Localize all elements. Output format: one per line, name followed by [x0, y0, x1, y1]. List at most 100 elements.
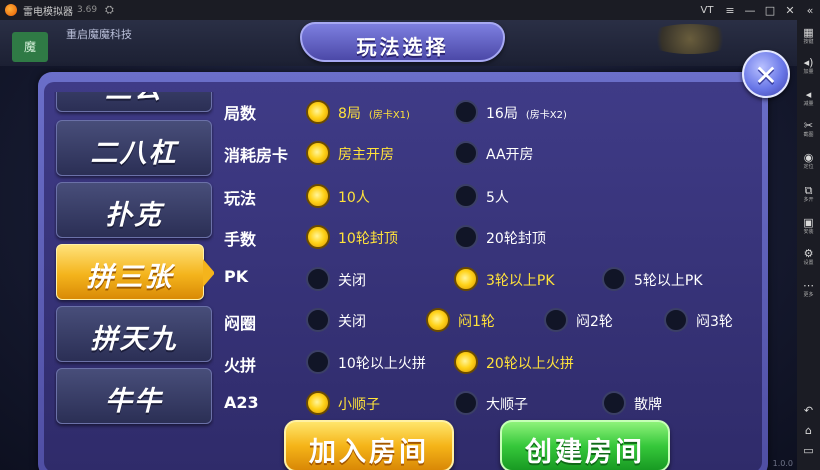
- radio-showdown-20[interactable]: [454, 350, 478, 374]
- radio-pk-3[interactable]: [454, 267, 478, 291]
- radio-rounds-8[interactable]: [306, 100, 330, 124]
- join-room-button[interactable]: 加入房间: [284, 420, 454, 470]
- radio-a23-big-straight[interactable]: [454, 391, 478, 415]
- sidebar-label: 按键: [803, 39, 814, 45]
- radio-a23-high-card[interactable]: [602, 391, 626, 415]
- radio-players-5[interactable]: [454, 184, 478, 208]
- create-room-button[interactable]: 创建房间: [500, 420, 670, 470]
- option-pk-off[interactable]: 关闭: [338, 270, 366, 290]
- option-rounds-16[interactable]: 16局 (房卡X2): [486, 103, 567, 123]
- sidebar-volume-up[interactable]: ◂) 加量: [797, 56, 820, 76]
- menu-item-label: 牛牛: [105, 386, 163, 417]
- radio-aa-pays[interactable]: [454, 141, 478, 165]
- option-pk-3[interactable]: 3轮以上PK: [486, 270, 555, 290]
- sidebar-multi-open[interactable]: ⧉ 多开: [797, 184, 820, 204]
- sidebar-recent[interactable]: ▭: [797, 444, 820, 457]
- sidebar-home[interactable]: ⌂: [797, 424, 820, 437]
- keyboard-icon: ▦: [803, 26, 814, 39]
- lobby-text: 重启魔魔科技: [66, 28, 132, 41]
- menu-item-erbagang[interactable]: 二八杠: [56, 120, 212, 176]
- menu-item-pintianjiu[interactable]: 拼天九: [56, 306, 212, 362]
- radio-players-10[interactable]: [306, 184, 330, 208]
- sidebar-install[interactable]: ▣ 安装: [797, 216, 820, 236]
- screenshot-icon: ✂: [803, 119, 814, 132]
- menu-item-puke[interactable]: 扑克: [56, 182, 212, 238]
- maximize-button[interactable]: □: [760, 4, 780, 17]
- sidebar-more[interactable]: ⋯ 更多: [797, 279, 820, 299]
- settings-icon: ⚙: [803, 247, 814, 260]
- option-subtext: (房卡X1): [368, 110, 410, 121]
- row-label-players: 玩法: [224, 189, 257, 208]
- option-hands-10[interactable]: 10轮封顶: [338, 228, 398, 248]
- option-rounds-8[interactable]: 8局 (房卡X1): [338, 103, 410, 123]
- close-window-button[interactable]: ✕: [780, 4, 800, 17]
- radio-showdown-10[interactable]: [306, 350, 330, 374]
- minimize-button[interactable]: —: [740, 4, 760, 17]
- option-a23-small-straight[interactable]: 小顺子: [338, 394, 380, 414]
- home-icon: ⌂: [805, 424, 812, 437]
- menu-icon[interactable]: ≡: [720, 4, 740, 17]
- sidebar-back[interactable]: ↶: [797, 404, 820, 417]
- window-controls: VT ≡ — □ ✕ «: [694, 0, 820, 20]
- join-room-label: 加入房间: [309, 437, 429, 468]
- app-logo-icon: [5, 4, 17, 16]
- multi-open-icon: ⧉: [804, 184, 813, 197]
- radio-a23-small-straight[interactable]: [306, 391, 330, 415]
- option-host-pays[interactable]: 房主开房: [338, 144, 394, 164]
- radio-blind-3[interactable]: [664, 308, 688, 332]
- option-text: 16局: [486, 106, 518, 122]
- install-icon: ▣: [803, 216, 814, 229]
- radio-pk-5[interactable]: [602, 267, 626, 291]
- gamepad-icon[interactable]: ⛭: [105, 3, 114, 17]
- option-aa-pays[interactable]: AA开房: [486, 144, 534, 164]
- radio-pk-off[interactable]: [306, 267, 330, 291]
- option-blind-2[interactable]: 闷2轮: [576, 311, 613, 331]
- vt-indicator[interactable]: VT: [694, 5, 720, 16]
- menu-item-sangong[interactable]: 三公: [56, 92, 212, 112]
- option-a23-big-straight[interactable]: 大顺子: [486, 394, 528, 414]
- menu-item-niuniu[interactable]: 牛牛: [56, 368, 212, 424]
- radio-blind-1[interactable]: [426, 308, 450, 332]
- version-corner-text: 1.0.0: [772, 459, 793, 468]
- row-label-blind: 闷圈: [224, 314, 257, 333]
- option-showdown-10[interactable]: 10轮以上火拼: [338, 353, 426, 373]
- option-blind-1[interactable]: 闷1轮: [458, 311, 495, 331]
- radio-rounds-16[interactable]: [454, 100, 478, 124]
- sidebar-location[interactable]: ◉ 定位: [797, 151, 820, 171]
- sidebar-volume-down[interactable]: ◂ 减量: [797, 88, 820, 108]
- option-pk-5[interactable]: 5轮以上PK: [634, 270, 703, 290]
- option-hands-20[interactable]: 20轮封顶: [486, 228, 546, 248]
- option-showdown-20[interactable]: 20轮以上火拼: [486, 353, 574, 373]
- radio-host-pays[interactable]: [306, 141, 330, 165]
- option-a23-high-card[interactable]: 散牌: [634, 394, 662, 414]
- option-players-5[interactable]: 5人: [486, 187, 509, 207]
- radio-hands-20[interactable]: [454, 225, 478, 249]
- radio-blind-2[interactable]: [544, 308, 568, 332]
- menu-item-label: 三公: [57, 92, 211, 106]
- sidebar-keyboard[interactable]: ▦ 按键: [797, 26, 820, 46]
- emulator-sidebar: ▦ 按键 ◂) 加量 ◂ 减量 ✂ 截图 ◉ 定位 ⧉ 多开 ▣ 安装 ⚙ 设置 ⋯ 更多 ↶ ⌂…: [797, 20, 820, 470]
- menu-item-pinsanzhang[interactable]: 拼三张: [56, 244, 214, 300]
- row-label-a23: A23: [224, 393, 259, 412]
- sidebar-label: 安装: [803, 229, 814, 235]
- close-dialog-button[interactable]: ✕: [742, 50, 790, 98]
- radio-hands-10[interactable]: [306, 225, 330, 249]
- menu-item-label: 拼天九: [90, 324, 178, 355]
- recent-icon: ▭: [803, 444, 814, 457]
- app-version: 3.69: [77, 5, 98, 15]
- volume-down-icon: ◂: [805, 88, 812, 101]
- game-type-menu: 三公 二八杠 扑克 拼三张 拼天九 牛牛: [54, 92, 214, 440]
- option-blind-3[interactable]: 闷3轮: [696, 311, 733, 331]
- option-players-10[interactable]: 10人: [338, 187, 370, 207]
- volume-up-icon: ◂): [803, 56, 814, 69]
- sidebar-screenshot[interactable]: ✂ 截图: [797, 119, 820, 139]
- emulator-window: 雷电模拟器 3.69 ⛭ VT ≡ — □ ✕ « 魔 重启魔魔科技 玩法选择 …: [0, 0, 820, 470]
- radio-blind-off[interactable]: [306, 308, 330, 332]
- sidebar-settings[interactable]: ⚙ 设置: [797, 247, 820, 267]
- options-panel: 局数 8局 (房卡X1) 16局 (房卡X2) 消耗房卡 房主开房 AA开房 玩法 …: [218, 92, 758, 415]
- sidebar-label: 设置: [803, 260, 814, 266]
- option-blind-off[interactable]: 关闭: [338, 311, 366, 331]
- collapse-sidebar-button[interactable]: «: [800, 4, 820, 17]
- lobby-decoration: [645, 24, 735, 54]
- row-label-room-card: 消耗房卡: [224, 146, 289, 165]
